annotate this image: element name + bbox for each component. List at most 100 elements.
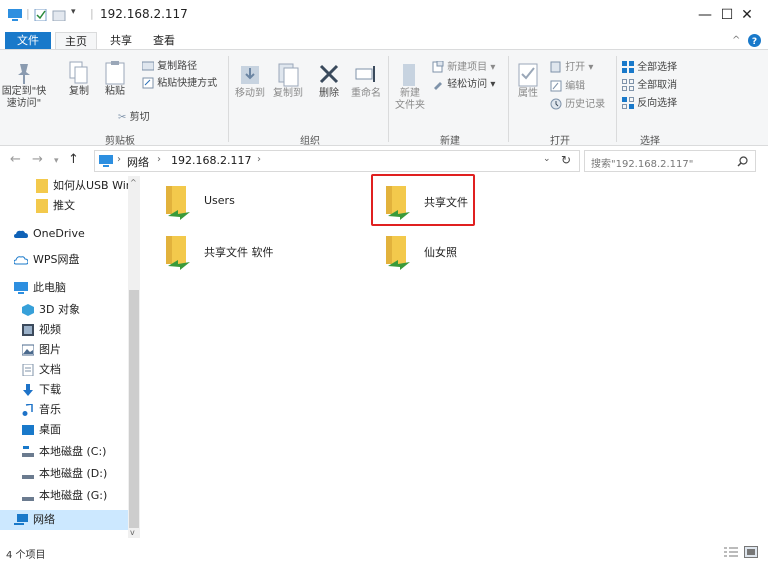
move-to-button[interactable]: 移动到 xyxy=(232,60,268,100)
rename-button[interactable]: 重命名 xyxy=(348,60,384,100)
collapse-ribbon-icon[interactable]: ^ xyxy=(732,35,740,46)
new-folder-label-2: 文件夹 xyxy=(395,100,425,111)
nav-label: 视频 xyxy=(39,323,61,336)
open-group-label: 打开 xyxy=(550,136,570,147)
nav-scrollbar-thumb[interactable] xyxy=(129,290,139,528)
up-arrow-icon[interactable]: ↑ xyxy=(68,152,79,167)
select-none-icon xyxy=(622,79,634,91)
rename-icon xyxy=(355,66,375,82)
nav-label: 网络 xyxy=(33,513,55,526)
breadcrumb-network[interactable]: 网络 xyxy=(127,154,149,170)
nav-item-folder-usb[interactable]: 如何从USB Win xyxy=(36,176,133,196)
nav-item-network[interactable]: 网络 xyxy=(0,510,128,530)
system-drive-icon xyxy=(22,446,34,457)
item-users[interactable]: Users xyxy=(156,180,366,228)
details-view-icon[interactable] xyxy=(724,547,738,557)
scroll-down-icon[interactable]: v xyxy=(130,528,135,537)
copy-to-icon xyxy=(278,63,299,87)
tab-file[interactable]: 文件 xyxy=(5,32,51,50)
search-box[interactable]: 搜索"192.168.2.117" xyxy=(584,150,756,172)
address-bar[interactable]: › 网络 › 192.168.2.117 › ⌄ ↻ xyxy=(94,150,580,172)
item-label: 仙女照 xyxy=(424,246,457,259)
properties-quick-icon[interactable] xyxy=(34,9,48,21)
nav-item-music[interactable]: 音乐 xyxy=(22,400,61,420)
item-label: 共享文件 软件 xyxy=(204,246,274,259)
nav-item-onedrive[interactable]: OneDrive xyxy=(14,224,85,244)
address-dropdown-icon[interactable]: ⌄ xyxy=(543,154,551,164)
cut-button[interactable]: ✂ 剪切 xyxy=(118,112,150,124)
item-fairy-photos[interactable]: 仙女照 xyxy=(376,230,586,278)
copy-path-button[interactable]: 复制路径 xyxy=(142,61,197,73)
easy-access-button[interactable]: 轻松访问 ▾ xyxy=(432,78,495,91)
tab-home[interactable]: 主页 xyxy=(55,32,97,50)
nav-item-pictures[interactable]: 图片 xyxy=(22,340,61,360)
nav-item-video[interactable]: 视频 xyxy=(22,320,61,340)
nav-item-3d[interactable]: 3D 对象 xyxy=(22,300,80,320)
properties-label: 属性 xyxy=(518,88,538,99)
select-all-label: 全部选择 xyxy=(637,62,678,73)
shared-folder-icon xyxy=(166,186,190,220)
nav-item-documents[interactable]: 文档 xyxy=(22,360,61,380)
nav-item-desktop[interactable]: 桌面 xyxy=(22,420,61,440)
invert-selection-button[interactable]: 反向选择 xyxy=(622,97,677,110)
network-icon xyxy=(14,514,28,525)
nav-label: 文档 xyxy=(39,363,61,376)
music-icon xyxy=(22,404,33,416)
close-button[interactable]: ✕ xyxy=(726,0,768,30)
new-folder-label: 新建 xyxy=(400,88,420,99)
scroll-up-icon[interactable]: ^ xyxy=(130,178,137,187)
new-item-button[interactable]: 新建项目 ▾ xyxy=(432,61,495,74)
refresh-icon[interactable]: ↻ xyxy=(561,153,571,167)
new-folder-icon xyxy=(403,64,415,86)
nav-item-folder-tuiwen[interactable]: 推文 xyxy=(36,196,75,216)
breadcrumb-host[interactable]: 192.168.2.117 xyxy=(171,154,251,167)
file-list: Users 共享文件 共享文件 软件 仙女照 xyxy=(142,176,768,538)
pin-label: 固定到"快 xyxy=(1,86,47,97)
pin-icon xyxy=(18,64,30,84)
nav-item-this-pc[interactable]: 此电脑 xyxy=(14,278,66,298)
new-folder-button[interactable]: 新建 文件夹 xyxy=(392,60,428,112)
svg-text:?: ? xyxy=(752,37,757,47)
paste-button[interactable]: 粘贴 xyxy=(98,60,132,98)
forward-arrow-icon[interactable]: → xyxy=(32,152,43,167)
tab-share[interactable]: 共享 xyxy=(102,32,140,50)
delete-button[interactable]: 删除 xyxy=(312,60,346,100)
nav-item-downloads[interactable]: 下载 xyxy=(22,380,61,400)
help-icon[interactable]: ? xyxy=(748,34,761,47)
back-arrow-icon[interactable]: ← xyxy=(10,152,21,167)
item-shared-files-software[interactable]: 共享文件 软件 xyxy=(156,230,366,278)
navigation-pane: 如何从USB Win 推文 OneDrive WPS网盘 此电脑 3D 对象 视… xyxy=(0,176,142,538)
properties-button[interactable]: 属性 xyxy=(512,60,544,100)
quick-access-dropdown-icon[interactable]: ▾ xyxy=(71,7,76,17)
tab-view[interactable]: 查看 xyxy=(145,32,183,50)
breadcrumb-separator-icon: › xyxy=(157,154,161,165)
search-input[interactable]: 搜索"192.168.2.117" xyxy=(591,155,693,170)
large-icons-view-icon[interactable] xyxy=(744,546,758,558)
nav-item-drive-c[interactable]: 本地磁盘 (C:) xyxy=(22,442,106,462)
window-title: 192.168.2.117 xyxy=(100,7,188,21)
select-all-button[interactable]: 全部选择 xyxy=(622,61,677,74)
scissors-icon: ✂ xyxy=(118,112,127,123)
history-icon xyxy=(550,98,562,110)
nav-label: 本地磁盘 (G:) xyxy=(39,489,108,502)
new-folder-quick-icon[interactable] xyxy=(52,9,66,21)
recent-locations-icon[interactable]: ▾ xyxy=(54,156,59,166)
nav-label: OneDrive xyxy=(33,227,85,240)
nav-item-drive-d[interactable]: 本地磁盘 (D:) xyxy=(22,464,107,484)
pictures-icon xyxy=(22,344,34,356)
edit-button[interactable]: 编辑 xyxy=(550,80,585,93)
history-button[interactable]: 历史记录 xyxy=(550,98,605,111)
onedrive-cloud-icon xyxy=(14,230,28,238)
search-icon[interactable] xyxy=(737,156,748,167)
select-none-button[interactable]: 全部取消 xyxy=(622,79,677,92)
breadcrumb-separator-icon: › xyxy=(257,154,261,165)
open-button[interactable]: 打开 ▾ xyxy=(550,61,593,74)
copy-button[interactable]: 复制 xyxy=(64,60,94,98)
nav-item-drive-g[interactable]: 本地磁盘 (G:) xyxy=(22,486,107,506)
pin-to-quick-access-button[interactable]: 固定到"快 速访问" xyxy=(0,60,48,110)
copy-to-label: 复制到 xyxy=(273,88,303,99)
new-item-icon xyxy=(432,61,444,73)
paste-shortcut-button[interactable]: 粘贴快捷方式 xyxy=(142,77,217,90)
nav-item-wps[interactable]: WPS网盘 xyxy=(14,250,80,270)
copy-to-button[interactable]: 复制到 xyxy=(270,60,306,100)
